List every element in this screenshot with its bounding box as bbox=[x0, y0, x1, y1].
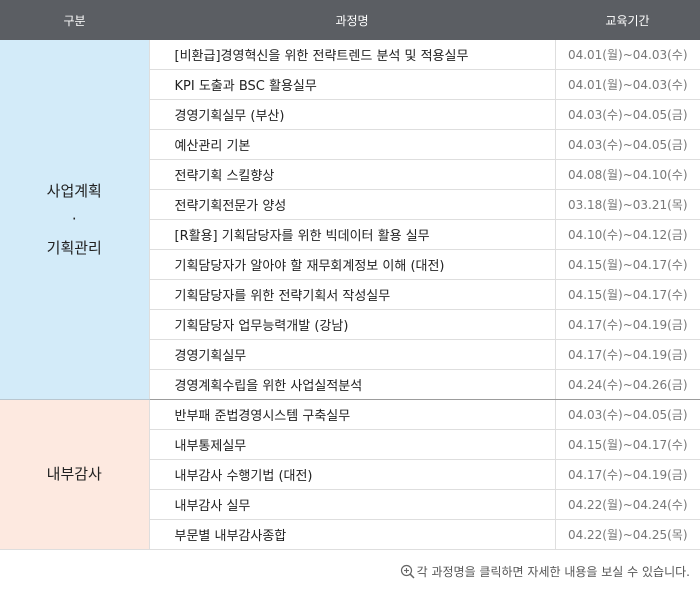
course-period: 03.18(월)~03.21(목) bbox=[555, 189, 700, 220]
course-link[interactable]: [R활용] 기획담당자를 위한 빅데이터 활용 실무 bbox=[149, 219, 556, 250]
course-period: 04.17(수)~04.19(금) bbox=[555, 459, 700, 490]
course-link[interactable]: 내부감사 실무 bbox=[149, 489, 556, 520]
course-period: 04.17(수)~04.19(금) bbox=[555, 339, 700, 370]
course-period: 04.03(수)~04.05(금) bbox=[555, 129, 700, 160]
course-link[interactable]: 부문별 내부감사종합 bbox=[149, 519, 556, 550]
category-label: 기획관리 bbox=[46, 238, 102, 257]
course-link[interactable]: 기획담당자 업무능력개발 (강남) bbox=[149, 309, 556, 340]
course-schedule-table: 구분 과정명 교육기간 사업계획 · 기획관리 [비환급]경영혁신을 위한 전략… bbox=[0, 0, 700, 550]
category-label: 내부감사 bbox=[46, 465, 102, 484]
notice-label: 각 과정명을 클릭하면 자세한 내용을 보실 수 있습니다. bbox=[416, 565, 690, 579]
course-link[interactable]: KPI 도출과 BSC 활용실무 bbox=[149, 69, 556, 100]
table-row: 사업계획 · 기획관리 [비환급]경영혁신을 위한 전략트렌드 분석 및 적용실… bbox=[0, 40, 700, 400]
header-category: 구분 bbox=[0, 0, 149, 40]
category-dot: · bbox=[71, 210, 77, 229]
course-period: 04.01(월)~04.03(수) bbox=[555, 40, 700, 70]
course-period: 04.15(월)~04.17(수) bbox=[555, 249, 700, 280]
header-period: 교육기간 bbox=[555, 0, 700, 40]
course-link[interactable]: 내부감사 수행기법 (대전) bbox=[149, 459, 556, 490]
course-link[interactable]: 기획담당자를 위한 전략기획서 작성실무 bbox=[149, 279, 556, 310]
course-link[interactable]: 전략기획전문가 양성 bbox=[149, 189, 556, 220]
course-period: 04.08(월)~04.10(수) bbox=[555, 159, 700, 190]
course-link[interactable]: 예산관리 기본 bbox=[149, 129, 556, 160]
course-period: 04.22(월)~04.24(수) bbox=[555, 489, 700, 520]
notice-text: 각 과정명을 클릭하면 자세한 내용을 보실 수 있습니다. bbox=[0, 550, 700, 582]
course-link[interactable]: 경영계획수립을 위한 사업실적분석 bbox=[149, 369, 556, 400]
category-planning: 사업계획 · 기획관리 bbox=[0, 40, 150, 400]
course-link[interactable]: 내부통제실무 bbox=[149, 429, 556, 460]
course-link[interactable]: 경영기획실무 bbox=[149, 339, 556, 370]
table-row: 내부감사 반부패 준법경영시스템 구축실무 04.03(수)~04.05(금) bbox=[0, 399, 700, 550]
category-label: 사업계획 bbox=[46, 181, 102, 200]
course-link[interactable]: 반부패 준법경영시스템 구축실무 bbox=[149, 399, 556, 430]
table-header-row: 구분 과정명 교육기간 bbox=[0, 0, 700, 40]
course-period: 04.17(수)~04.19(금) bbox=[555, 309, 700, 340]
course-period: 04.03(수)~04.05(금) bbox=[555, 99, 700, 130]
course-period: 04.10(수)~04.12(금) bbox=[555, 219, 700, 250]
category-internal-audit: 내부감사 bbox=[0, 399, 150, 550]
course-link[interactable]: 기획담당자가 알아야 할 재무회계정보 이해 (대전) bbox=[149, 249, 556, 280]
course-period: 04.15(월)~04.17(수) bbox=[555, 429, 700, 460]
course-period: 04.01(월)~04.03(수) bbox=[555, 69, 700, 100]
course-period: 04.03(수)~04.05(금) bbox=[555, 399, 700, 430]
course-link[interactable]: 경영기획실무 (부산) bbox=[149, 99, 556, 130]
course-period: 04.22(월)~04.25(목) bbox=[555, 519, 700, 550]
zoom-in-icon bbox=[400, 564, 415, 582]
course-link[interactable]: [비환급]경영혁신을 위한 전략트렌드 분석 및 적용실무 bbox=[149, 40, 556, 70]
course-period: 04.15(월)~04.17(수) bbox=[555, 279, 700, 310]
header-course-name: 과정명 bbox=[149, 0, 555, 40]
course-period: 04.24(수)~04.26(금) bbox=[555, 369, 700, 400]
course-link[interactable]: 전략기획 스킬향상 bbox=[149, 159, 556, 190]
